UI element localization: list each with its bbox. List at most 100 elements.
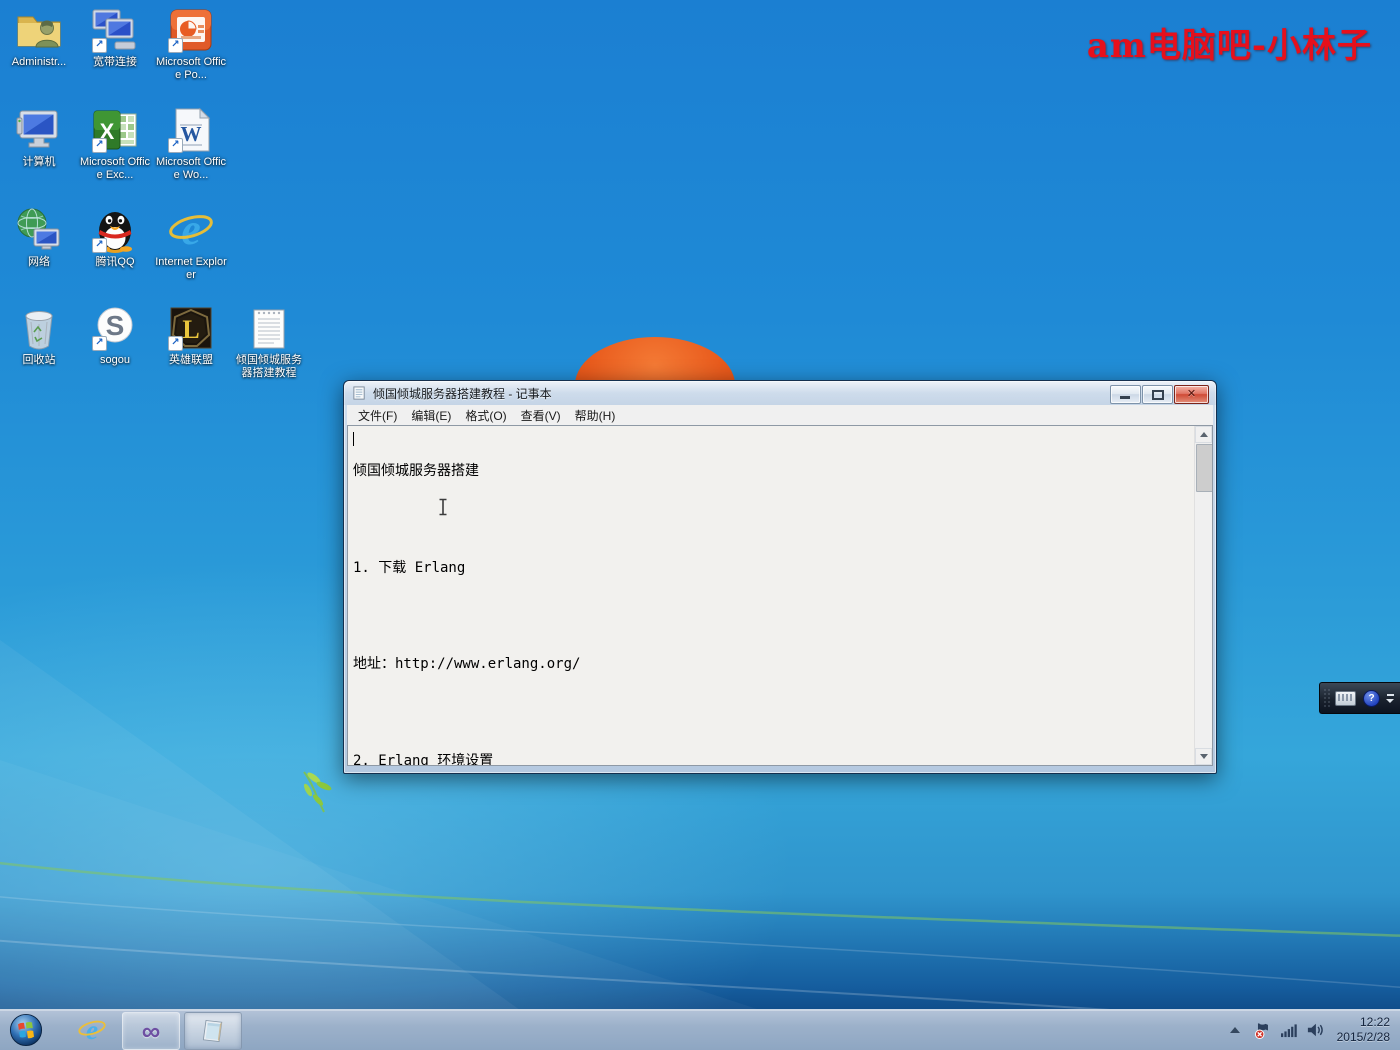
- taskbar-ie-button[interactable]: e: [70, 1012, 114, 1048]
- desktop-icon-computer[interactable]: 计算机: [2, 106, 76, 169]
- notepad-menubar: 文件(F) 编辑(E) 格式(O) 查看(V) 帮助(H): [347, 405, 1213, 425]
- desktop-icon-powerpoint[interactable]: ↗ Microsoft Office Po...: [154, 6, 228, 82]
- desktop-icon-broadband[interactable]: ↗ 宽带连接: [78, 6, 152, 69]
- menu-help[interactable]: 帮助(H): [568, 405, 623, 426]
- language-bar-options[interactable]: [1386, 694, 1394, 703]
- text-line: [353, 608, 1189, 624]
- close-icon: ✕: [1175, 387, 1208, 400]
- maximize-icon: [1152, 390, 1164, 400]
- notepad-titlebar[interactable]: 倾国倾城服务器搭建教程 - 记事本 ✕: [344, 381, 1216, 405]
- desktop-icon-label: 网络: [2, 256, 76, 269]
- text-line: [353, 704, 1189, 720]
- shortcut-arrow-icon: ↗: [92, 238, 107, 253]
- desktop-icon-network[interactable]: 网络: [2, 206, 76, 269]
- broadband-icon: ↗: [91, 6, 139, 54]
- lol-l-letter: L: [182, 315, 199, 344]
- desktop-icon-label: 计算机: [2, 156, 76, 169]
- excel-icon: X ↗: [91, 106, 139, 154]
- language-bar[interactable]: ?: [1319, 682, 1400, 714]
- sogou-icon: S ↗: [91, 304, 139, 352]
- taskbar-notepad-button[interactable]: [184, 1012, 242, 1050]
- ie-taskbar-icon: e: [77, 1015, 107, 1045]
- windows-start-orb-icon: [9, 1013, 43, 1047]
- desktop-icon-guide-textfile[interactable]: 倾国倾城服务器搭建教程: [232, 304, 306, 380]
- desktop-icon-word[interactable]: W ↗ Microsoft Office Wo...: [154, 106, 228, 182]
- notepad-taskbar-icon: [199, 1017, 227, 1045]
- shortcut-arrow-icon: ↗: [168, 38, 183, 53]
- shortcut-arrow-icon: ↗: [92, 38, 107, 53]
- text-line: 1. 下载 Erlang: [353, 560, 1189, 576]
- menu-format[interactable]: 格式(O): [458, 405, 513, 426]
- taskbar: e ∞: [0, 1009, 1400, 1050]
- scroll-down-icon: [1200, 754, 1208, 759]
- text-file-icon: [245, 304, 293, 352]
- admin-folder-icon: [15, 6, 63, 54]
- action-center-flag-icon[interactable]: [1254, 1022, 1271, 1039]
- desktop-icon-sogou[interactable]: S ↗ sogou: [78, 304, 152, 367]
- network-signal-icon[interactable]: [1280, 1023, 1297, 1038]
- shortcut-arrow-icon: ↗: [92, 138, 107, 153]
- language-bar-minimize-icon: [1387, 694, 1394, 696]
- desktop-icon-recycle-bin[interactable]: 回收站: [2, 304, 76, 367]
- desktop-icon-label: Administr...: [2, 56, 76, 69]
- scroll-up-button[interactable]: [1195, 426, 1212, 443]
- language-bar-grip[interactable]: [1323, 688, 1331, 708]
- desktop-icon-label: 腾讯QQ: [78, 256, 152, 269]
- desktop-icon-label: Internet Explorer: [154, 256, 228, 282]
- text-line: 倾国倾城服务器搭建: [353, 463, 1189, 479]
- svg-text:e: e: [86, 1015, 98, 1045]
- menu-edit[interactable]: 编辑(E): [404, 405, 458, 426]
- computer-icon: [15, 106, 63, 154]
- word-w-letter: W: [181, 122, 202, 146]
- start-button[interactable]: [6, 1012, 46, 1048]
- shortcut-arrow-icon: ↗: [92, 336, 107, 351]
- notepad-text: 倾国倾城服务器搭建 1. 下载 Erlang 地址：http://www.erl…: [353, 431, 1189, 765]
- text-line: 2. Erlang 环境设置: [353, 753, 1189, 766]
- sogou-s-letter: S: [106, 310, 125, 341]
- taskbar-clock[interactable]: 12:22 2015/2/28: [1337, 1015, 1390, 1045]
- ie-icon: e: [167, 206, 215, 254]
- visual-studio-infinity-icon: ∞: [142, 1018, 161, 1044]
- desktop-icon-qq[interactable]: ↗ 腾讯QQ: [78, 206, 152, 269]
- network-globe-icon: [15, 206, 63, 254]
- close-button[interactable]: ✕: [1174, 385, 1209, 404]
- text-line: [353, 511, 1189, 527]
- shortcut-arrow-icon: ↗: [168, 138, 183, 153]
- ie-e-letter: e: [181, 206, 201, 254]
- desktop-icon-label: 回收站: [2, 354, 76, 367]
- recycle-bin-icon: [15, 304, 63, 352]
- leaf-sprig: [302, 771, 332, 812]
- notepad-text-area[interactable]: 倾国倾城服务器搭建 1. 下载 Erlang 地址：http://www.erl…: [347, 425, 1213, 766]
- vertical-scrollbar[interactable]: [1194, 426, 1212, 765]
- clock-date: 2015/2/28: [1337, 1030, 1390, 1045]
- system-tray: 12:22 2015/2/28: [1230, 1010, 1400, 1050]
- help-icon[interactable]: ?: [1363, 690, 1380, 707]
- clock-time: 12:22: [1337, 1015, 1390, 1030]
- keyboard-icon[interactable]: [1335, 691, 1356, 706]
- desktop-icon-label: Microsoft Office Po...: [154, 56, 228, 82]
- menu-view[interactable]: 查看(V): [514, 405, 568, 426]
- notepad-window: 倾国倾城服务器搭建教程 - 记事本 ✕ 文件(F) 编辑(E) 格式(O) 查看…: [343, 380, 1217, 774]
- desktop-icon-label: sogou: [78, 354, 152, 367]
- taskbar-visual-studio-button[interactable]: ∞: [122, 1012, 180, 1050]
- menu-file[interactable]: 文件(F): [351, 405, 404, 426]
- desktop-icon-internet-explorer[interactable]: e Internet Explorer: [154, 206, 228, 282]
- notepad-app-icon: [352, 386, 367, 401]
- language-bar-dropdown-icon: [1386, 699, 1394, 703]
- word-icon: W ↗: [167, 106, 215, 154]
- volume-speaker-icon[interactable]: [1306, 1022, 1324, 1038]
- maximize-button[interactable]: [1142, 385, 1173, 404]
- powerpoint-icon: ↗: [167, 6, 215, 54]
- desktop-icon-league-of-legends[interactable]: L ↗ 英雄联盟: [154, 304, 228, 367]
- desktop-icon-label: 英雄联盟: [154, 354, 228, 367]
- show-hidden-icons-button[interactable]: [1230, 1027, 1240, 1033]
- scroll-down-button[interactable]: [1195, 748, 1212, 765]
- desktop-icon-label: Microsoft Office Wo...: [154, 156, 228, 182]
- minimize-icon: [1120, 396, 1130, 399]
- text-line: 地址：http://www.erlang.org/: [353, 656, 1189, 672]
- scrollbar-thumb[interactable]: [1196, 444, 1213, 492]
- watermark-text: am电脑吧-小林子: [1087, 18, 1372, 67]
- desktop-icon-excel[interactable]: X ↗ Microsoft Office Exc...: [78, 106, 152, 182]
- desktop-icon-administrator[interactable]: Administr...: [2, 6, 76, 69]
- minimize-button[interactable]: [1110, 385, 1141, 404]
